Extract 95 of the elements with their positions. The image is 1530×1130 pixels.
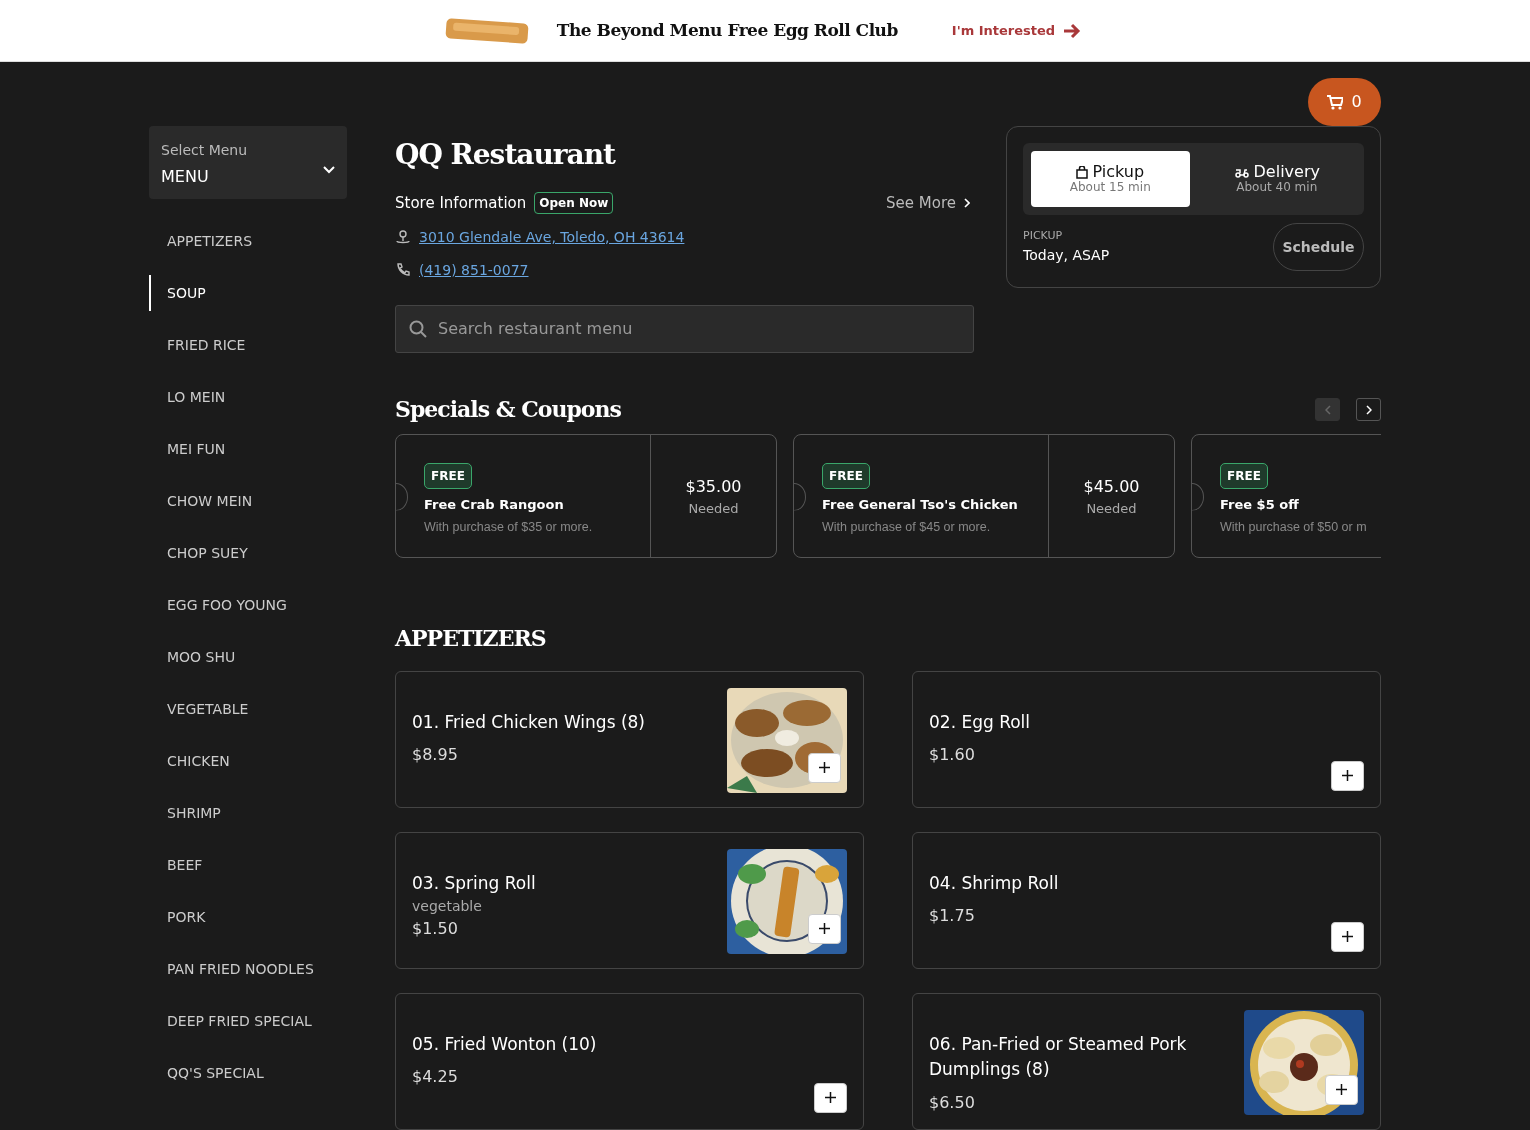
category-link[interactable]: LO MEIN <box>149 379 347 415</box>
store-info-label: Store Information <box>395 193 527 214</box>
menu-item-card[interactable]: 01. Fried Chicken Wings (8) $8.95 <box>395 670 864 808</box>
coupon-card[interactable]: FREE Free General Tso's Chicken With purchase of $45 or more. $45.00 Needed <box>793 433 1175 558</box>
chevron-left-icon <box>1324 404 1331 415</box>
pickup-time: Today, ASAP <box>1023 245 1110 265</box>
item-name: 06. Pan-Fried or Steamed Pork Dumplings (8) <box>929 1032 1188 1081</box>
see-more-link[interactable]: See More <box>886 192 970 215</box>
menu-item-card[interactable]: 06. Pan-Fried or Steamed Pork Dumplings (8) $6.50 <box>912 992 1381 1130</box>
select-value: MENU <box>161 166 210 188</box>
item-name: 04. Shrimp Roll <box>929 871 1060 895</box>
category-link[interactable]: QQ'S SPECIAL <box>149 1055 347 1091</box>
arrow-icon <box>1063 22 1082 39</box>
coupon-needed: Needed <box>687 499 740 518</box>
interested-link[interactable]: I'm Interested <box>945 19 1088 42</box>
item-price: $6.50 <box>929 1091 976 1114</box>
coupon-card[interactable]: FREE Free Crab Rangoon With purchase of $35 or more. $35.00 Needed <box>395 433 777 558</box>
item-description: vegetable <box>412 897 483 916</box>
chevron-down-icon <box>323 165 335 174</box>
category-link[interactable]: PORK <box>149 899 347 935</box>
cart-button[interactable]: 0 <box>1308 78 1381 126</box>
item-price: $1.75 <box>929 905 976 927</box>
plus-icon <box>819 762 830 773</box>
location-pin-icon <box>395 229 411 245</box>
category-link[interactable]: CHOP SUEY <box>149 535 347 571</box>
menu-item-card[interactable]: 02. Egg Roll $1.60 <box>912 670 1381 808</box>
menu-select[interactable]: Select Menu MENU <box>149 126 347 199</box>
category-link[interactable]: BEEF <box>149 847 347 883</box>
free-tag: FREE <box>822 462 870 489</box>
coupon-description: With purchase of $45 or more. <box>822 519 992 536</box>
chevron-right-icon <box>1365 404 1372 415</box>
cart-icon <box>1327 94 1344 110</box>
category-link[interactable]: APPETIZERS <box>149 223 347 259</box>
add-button[interactable] <box>814 1082 847 1113</box>
coupon-amount: $35.00 <box>684 475 743 498</box>
free-tag: FREE <box>424 462 472 489</box>
plus-icon <box>1342 931 1353 942</box>
category-link[interactable]: VEGETABLE <box>149 691 347 727</box>
item-name: 02. Egg Roll <box>929 710 1032 734</box>
coupon-amount: $45.00 <box>1082 475 1141 498</box>
coupon-description: With purchase of $50 or m <box>1220 519 1368 536</box>
pickup-label: PICKUP <box>1023 228 1064 245</box>
item-price: $1.50 <box>412 918 459 940</box>
next-button[interactable] <box>1356 397 1381 421</box>
coupon-description: With purchase of $35 or more. <box>424 519 594 536</box>
search-icon <box>409 319 427 338</box>
plus-icon <box>819 923 830 934</box>
item-price: $8.95 <box>412 744 459 766</box>
coupon-title: Free $5 off <box>1220 495 1300 514</box>
phone-icon <box>395 262 411 278</box>
select-label: Select Menu <box>161 141 248 160</box>
category-link[interactable]: CHOW MEIN <box>149 483 347 519</box>
plus-icon <box>1336 1084 1347 1095</box>
order-mode-tab[interactable]: Delivery About 40 min <box>1197 151 1356 207</box>
free-tag: FREE <box>1220 462 1268 489</box>
coupon-card[interactable]: FREE Free $5 off With purchase of $50 or m <box>1191 433 1381 558</box>
item-price: $4.25 <box>412 1066 459 1088</box>
category-link[interactable]: SOUP <box>149 275 347 311</box>
add-button[interactable] <box>1331 921 1364 952</box>
menu-item-card[interactable]: 05. Fried Wonton (10) $4.25 <box>395 992 864 1130</box>
add-button[interactable] <box>1331 760 1364 791</box>
plus-icon <box>1342 770 1353 781</box>
category-link[interactable]: MOO SHU <box>149 639 347 675</box>
item-name: 03. Spring Roll <box>412 871 537 895</box>
category-link[interactable]: MEI FUN <box>149 431 347 467</box>
add-button[interactable] <box>808 752 841 783</box>
category-link[interactable]: PAN FRIED NOODLES <box>149 951 347 987</box>
add-button[interactable] <box>1325 1074 1358 1105</box>
bag-icon <box>1076 165 1089 179</box>
scooter-icon <box>1233 166 1250 179</box>
item-name: 05. Fried Wonton (10) <box>412 1032 598 1056</box>
category-link[interactable]: SHRIMP <box>149 795 347 831</box>
category-link[interactable]: EGG FOO YOUNG <box>149 587 347 623</box>
category-link[interactable]: CHICKEN <box>149 743 347 779</box>
menu-item-card[interactable]: 04. Shrimp Roll $1.75 <box>912 831 1381 969</box>
item-name: 01. Fried Chicken Wings (8) <box>412 710 646 734</box>
search-field[interactable]: Search restaurant menu <box>395 304 974 353</box>
banner-title: The Beyond Menu Free Egg Roll Club <box>556 18 898 42</box>
plus-icon <box>825 1092 836 1103</box>
category-link[interactable]: FRIED RICE <box>149 327 347 363</box>
menu-item-card[interactable]: 03. Spring Roll vegetable $1.50 <box>395 831 864 969</box>
item-price: $1.60 <box>929 744 976 766</box>
coupon-title: Free Crab Rangoon <box>424 495 565 514</box>
order-mode-tab[interactable]: Pickup About 15 min <box>1031 151 1190 207</box>
chevron-right-icon <box>964 198 970 209</box>
category-link[interactable]: DEEP FRIED SPECIAL <box>149 1003 347 1039</box>
coupon-needed: Needed <box>1085 499 1138 518</box>
status-badge: Open Now <box>534 192 614 215</box>
coupon-title: Free General Tso's Chicken <box>822 495 1019 514</box>
phone-link[interactable]: (419) 851-0077 <box>419 259 529 281</box>
restaurant-name: QQ Restaurant <box>395 137 617 173</box>
section-title: APPETIZERS <box>395 623 547 653</box>
section-title: Specials & Coupons <box>395 394 621 424</box>
address-link[interactable]: 3010 Glendale Ave, Toledo, OH 43614 <box>419 226 685 248</box>
add-button[interactable] <box>808 913 841 944</box>
